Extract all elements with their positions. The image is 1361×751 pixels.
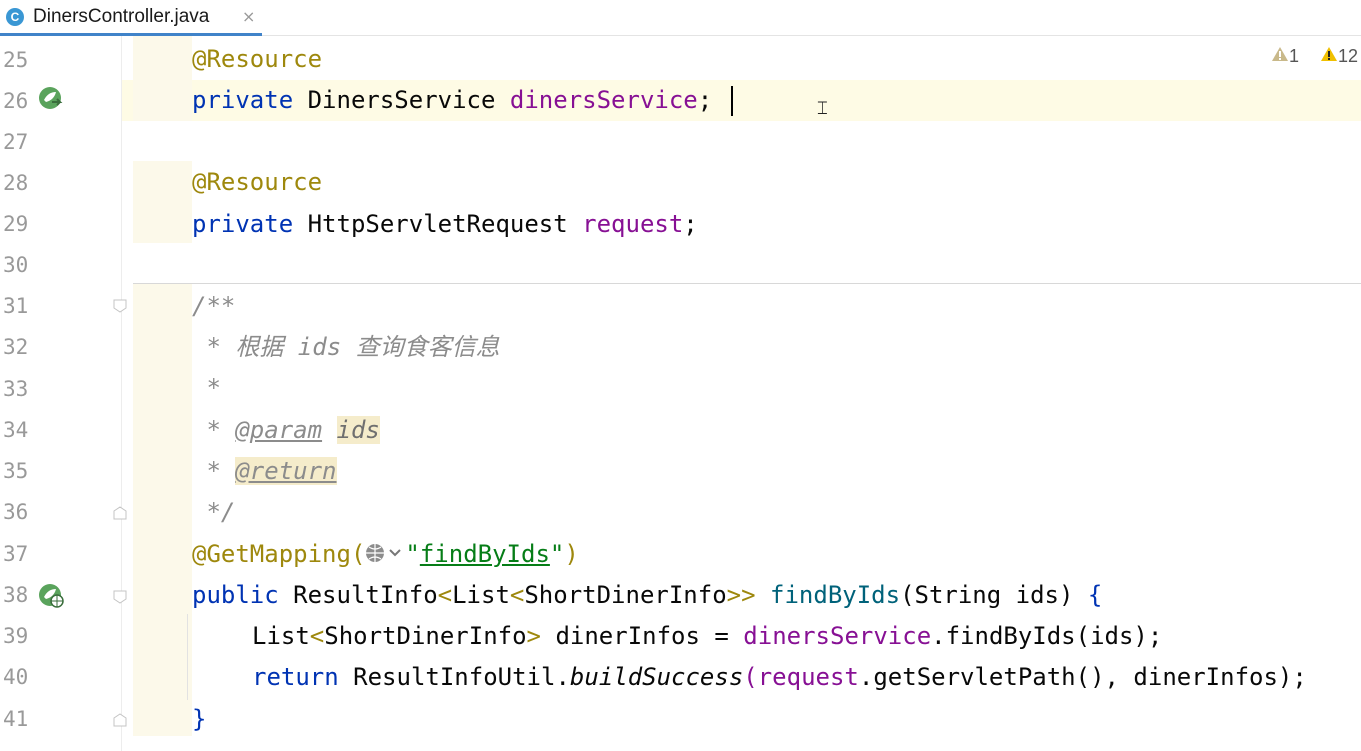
line-number: 32 <box>3 335 29 359</box>
code-line-38: public ResultInfo<List<ShortDinerInfo>> … <box>192 581 1103 609</box>
code-line-28: @Resource <box>192 168 323 196</box>
line-number: 31 <box>3 294 29 318</box>
fold-end-icon[interactable] <box>112 505 128 521</box>
code-line-37: @GetMapping("findByIds") <box>192 540 579 568</box>
code-line-41: } <box>192 705 207 733</box>
line-number: 27 <box>3 130 29 154</box>
line-number: 36 <box>3 500 29 524</box>
line-number: 26 <box>3 89 29 113</box>
line-number: 39 <box>3 624 29 648</box>
param-name-highlight: ids <box>336 416 380 444</box>
warning-indicator[interactable]: 12 <box>1320 46 1358 67</box>
line-number: 28 <box>3 171 29 195</box>
code-line-25: @Resource <box>192 45 323 73</box>
text-caret <box>731 86 733 116</box>
warning-icon <box>1321 47 1337 61</box>
code-line-32: * 根据 ids 查询食客信息 <box>192 333 500 361</box>
mouse-ibeam-cursor: ⌶ <box>817 98 828 119</box>
java-class-icon: C <box>6 8 24 26</box>
annotation-highlight <box>133 36 192 121</box>
line-number: 30 <box>3 253 29 277</box>
spring-bean-icon[interactable] <box>38 86 64 112</box>
line-number: 29 <box>3 212 29 236</box>
code-line-36: */ <box>192 498 236 526</box>
annotation-highlight <box>133 161 192 243</box>
code-line-40: return ResultInfoUtil.buildSuccess(reque… <box>252 663 1307 691</box>
line-number: 40 <box>3 665 29 689</box>
editor-tab-bar: C DinersController.java × <box>0 0 1361 36</box>
indent-guide <box>187 614 188 700</box>
fold-end-icon[interactable] <box>112 712 128 728</box>
line-number: 38 <box>3 583 29 607</box>
method-separator <box>133 283 1361 284</box>
tab-title: DinersController.java <box>33 6 210 27</box>
weak-warning-indicator[interactable]: 1 <box>1271 46 1299 67</box>
mapping-path-link[interactable]: findByIds <box>420 540 550 568</box>
close-icon[interactable]: × <box>242 7 255 26</box>
spring-mapping-icon[interactable] <box>38 583 64 609</box>
method-highlight <box>133 284 192 736</box>
fold-icon[interactable] <box>112 589 128 605</box>
line-number: 41 <box>3 707 29 731</box>
code-line-35: * @return <box>192 457 337 485</box>
line-number: 33 <box>3 377 29 401</box>
code-line-31: /** <box>192 292 236 320</box>
code-line-34: * @param ids <box>192 416 380 444</box>
tab-diners-controller[interactable]: C DinersController.java × <box>0 0 262 36</box>
line-number: 35 <box>3 459 29 483</box>
code-line-26: private DinersService dinersService; <box>192 86 713 114</box>
line-number: 25 <box>3 48 29 72</box>
fold-icon[interactable] <box>112 298 128 314</box>
code-line-39: List<ShortDinerInfo> dinerInfos = diners… <box>252 622 1163 650</box>
code-editor[interactable]: 25 26 27 28 29 30 31 32 33 34 35 36 37 3… <box>0 36 1361 751</box>
code-line-29: private HttpServletRequest request; <box>192 210 698 238</box>
weak-warning-icon <box>1272 47 1288 61</box>
line-number: 37 <box>3 542 29 566</box>
line-number: 34 <box>3 418 29 442</box>
url-globe-icon[interactable] <box>365 541 405 565</box>
code-line-33: * <box>192 374 221 402</box>
